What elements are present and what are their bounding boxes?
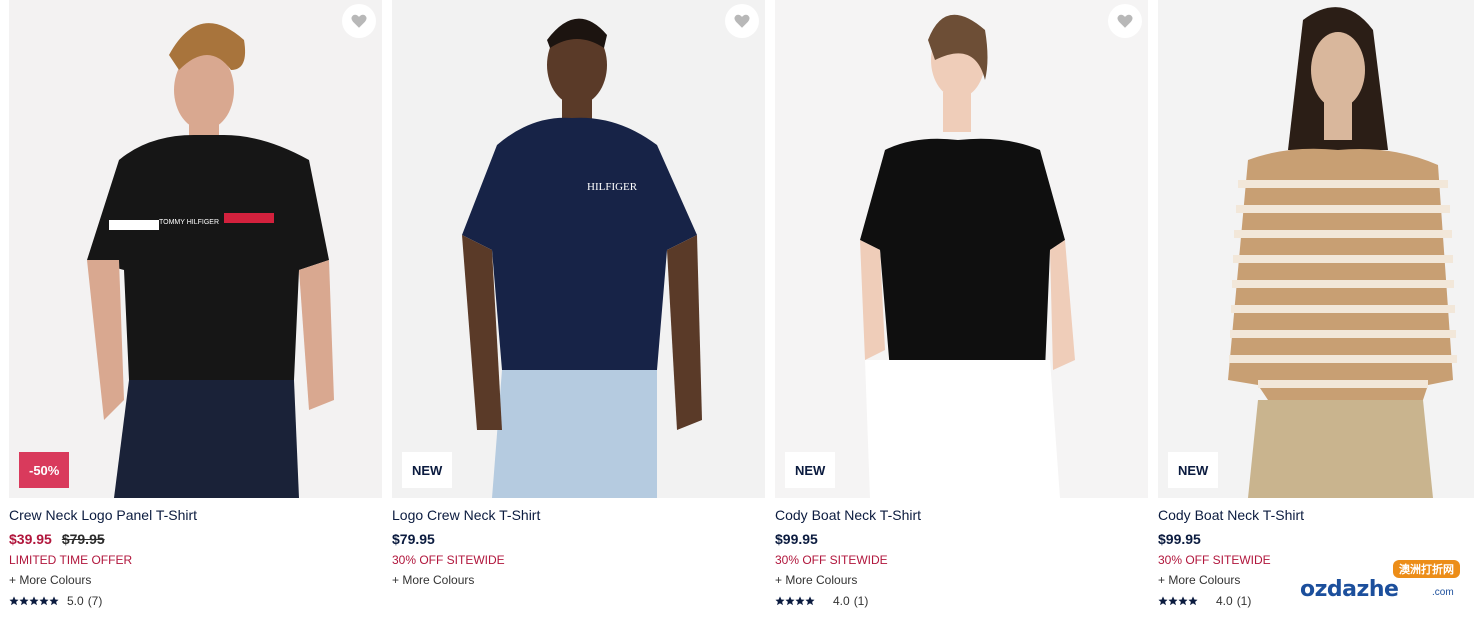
- product-title[interactable]: Cody Boat Neck T-Shirt: [1158, 506, 1474, 524]
- product-title[interactable]: Logo Crew Neck T-Shirt: [392, 506, 765, 524]
- star-icon: [1198, 596, 1208, 606]
- promo-text: 30% OFF SITEWIDE: [775, 553, 888, 567]
- wishlist-button[interactable]: [342, 4, 376, 38]
- wishlist-button[interactable]: [1108, 4, 1142, 38]
- watermark-text: ozdazhe: [1300, 577, 1399, 602]
- star-icon: [1178, 596, 1188, 606]
- star-icon: [1158, 596, 1168, 606]
- new-badge: NEW: [402, 452, 453, 488]
- rating-value: 4.0: [833, 594, 850, 608]
- model-illustration: [860, 14, 1075, 498]
- product-grid: TOMMY HILFIGER -50% Crew Neck Logo Panel…: [9, 0, 1474, 609]
- star-icon: [49, 596, 59, 606]
- star-icon: [19, 596, 29, 606]
- star-icon: [775, 596, 785, 606]
- price: $99.95: [1158, 531, 1201, 547]
- product-image[interactable]: TOMMY HILFIGER -50%: [9, 0, 382, 498]
- new-badge: NEW: [1168, 452, 1219, 488]
- star-icon: [795, 596, 805, 606]
- shirt-print: HILFIGER: [587, 181, 638, 193]
- sale-badge: -50%: [19, 452, 70, 488]
- rating-count: (7): [87, 594, 103, 608]
- product-image[interactable]: HILFIGER NEW: [392, 0, 765, 498]
- watermark-logo: 澳洲打折网 ozdazhe .com: [1294, 560, 1460, 608]
- watermark-domain: .com: [1432, 587, 1454, 598]
- product-title[interactable]: Crew Neck Logo Panel T-Shirt: [9, 506, 382, 524]
- product-card[interactable]: NEW Cody Boat Neck T-Shirt $99.95 30% OF…: [775, 0, 1148, 609]
- promo-text: 30% OFF SITEWIDE: [392, 553, 505, 567]
- product-card[interactable]: HILFIGER NEW Logo Crew Neck T-Shirt $79.…: [392, 0, 765, 609]
- rating-stars: [1158, 596, 1208, 606]
- original-price: $79.95: [61, 531, 105, 547]
- sale-price: $39.95: [9, 531, 52, 547]
- product-card[interactable]: NEW Cody Boat Neck T-Shirt $99.95 30% OF…: [1158, 0, 1474, 609]
- star-icon: [1188, 596, 1198, 606]
- rating[interactable]: 4.0 (1): [775, 593, 1148, 609]
- heart-icon: [1117, 14, 1133, 28]
- price: $99.95: [775, 531, 818, 547]
- product-title[interactable]: Cody Boat Neck T-Shirt: [775, 506, 1148, 524]
- rating-count: (1): [853, 594, 869, 608]
- watermark-tag: 澳洲打折网: [1393, 560, 1460, 578]
- rating-value: 4.0: [1216, 594, 1233, 608]
- rating-stars: [775, 596, 825, 606]
- rating[interactable]: 5.0 (7): [9, 593, 382, 609]
- star-icon: [805, 596, 815, 606]
- shirt-print: TOMMY HILFIGER: [159, 219, 219, 226]
- model-illustration: HILFIGER: [462, 18, 702, 498]
- promo-text: LIMITED TIME OFFER: [9, 553, 133, 567]
- star-icon: [9, 596, 19, 606]
- product-image[interactable]: NEW: [1158, 0, 1474, 498]
- star-icon: [815, 596, 825, 606]
- star-icon: [29, 596, 39, 606]
- more-colours-link[interactable]: + More Colours: [392, 572, 765, 588]
- price: $79.95: [392, 531, 435, 547]
- rating-count: (1): [1236, 594, 1252, 608]
- more-colours-link[interactable]: + More Colours: [775, 572, 1148, 588]
- rating-stars: [9, 596, 59, 606]
- more-colours-link[interactable]: + More Colours: [9, 572, 382, 588]
- model-illustration: TOMMY HILFIGER: [87, 23, 334, 498]
- star-icon: [1168, 596, 1178, 606]
- model-illustration: [1228, 7, 1457, 498]
- star-icon: [39, 596, 49, 606]
- star-icon: [785, 596, 795, 606]
- wishlist-button[interactable]: [725, 4, 759, 38]
- heart-icon: [351, 14, 367, 28]
- product-image[interactable]: NEW: [775, 0, 1148, 498]
- product-card[interactable]: TOMMY HILFIGER -50% Crew Neck Logo Panel…: [9, 0, 382, 609]
- new-badge: NEW: [785, 452, 836, 488]
- heart-icon: [734, 14, 750, 28]
- rating-value: 5.0: [67, 594, 84, 608]
